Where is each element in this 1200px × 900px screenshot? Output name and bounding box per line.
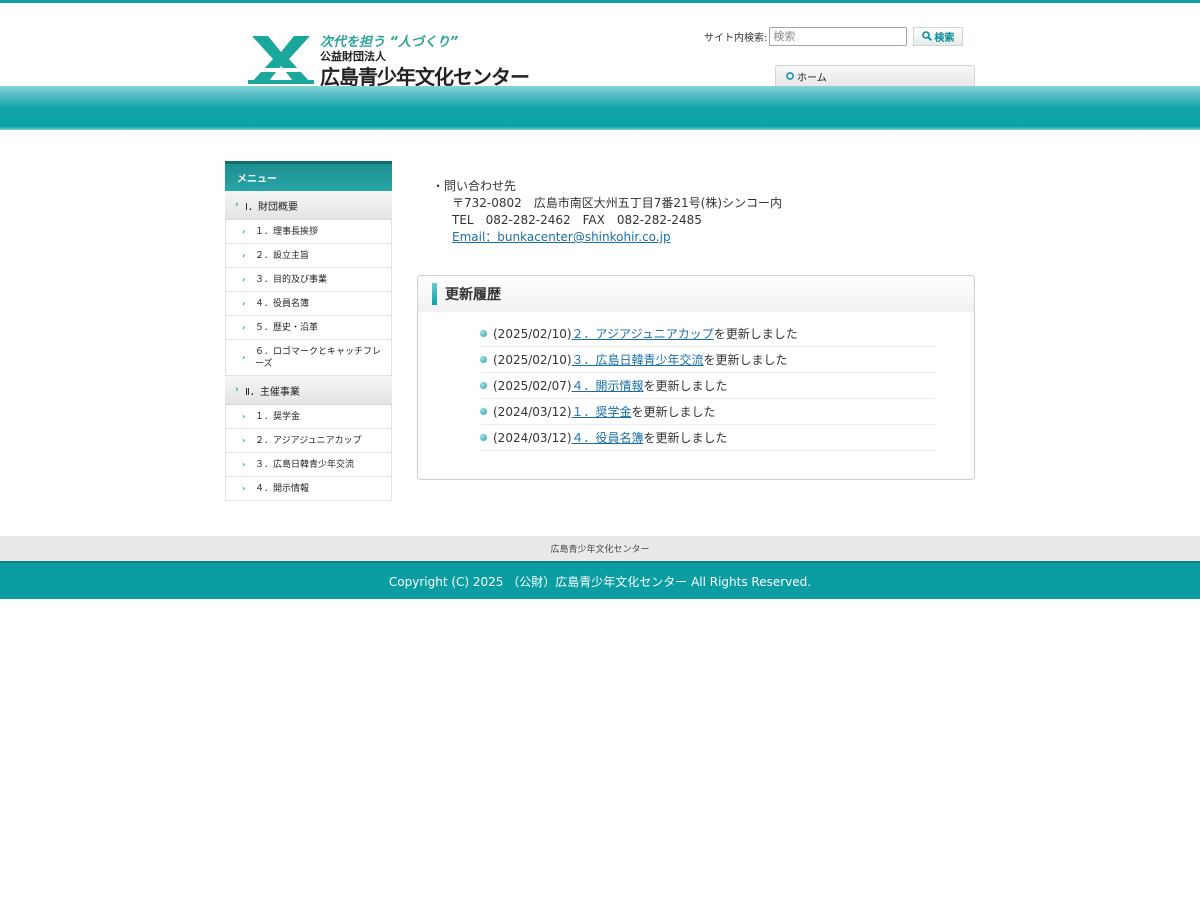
search-button[interactable]: 検索 (913, 26, 964, 46)
chevron-right-icon: › (242, 322, 246, 332)
sidebar-category-label: Ⅱ．主催事業 (245, 386, 300, 398)
sidebar-item-label: ５．歴史・沿革 (255, 322, 319, 333)
chevron-right-icon: › (242, 226, 246, 236)
update-link[interactable]: ４．役員名簿 (572, 429, 644, 446)
sidebar-item-disclosure[interactable]: › ４．開示情報 (225, 477, 392, 501)
contact-phone: TEL 082-282-2462 FAX 082-282-2485 (452, 213, 702, 227)
chevron-right-icon: › (235, 200, 239, 210)
search-button-label: 検索 (934, 32, 955, 44)
update-link[interactable]: ２．アジアジュニアカップ (572, 325, 714, 342)
chevron-right-icon: › (242, 274, 246, 284)
search-label: サイト内検索: (704, 32, 768, 44)
contact-heading: 問い合わせ先 (444, 179, 517, 193)
update-suffix: を更新しました (703, 353, 788, 367)
contact-email-link[interactable]: Email：bunkacenter@shinkohir.co.jp (452, 230, 671, 244)
update-date: (2024/03/12) (493, 430, 572, 445)
list-item: (2025/02/07) ４．開示情報 を更新しました (480, 373, 935, 399)
chevron-right-icon: › (242, 435, 246, 445)
bullet-icon (480, 434, 487, 441)
footer-home-link[interactable]: 広島青少年文化センター (550, 542, 649, 555)
update-link[interactable]: １．奨学金 (572, 403, 632, 420)
update-link[interactable]: ４．開示情報 (572, 377, 644, 394)
sidebar-item-objectives[interactable]: › ３．目的及び事業 (225, 268, 392, 292)
sidebar-item-history[interactable]: › ５．歴史・沿革 (225, 316, 392, 340)
site-header: 次代を担う “人づくり” 公益財団法人 広島青少年文化センター サイト内検索: … (0, 3, 1200, 89)
sidebar-item-officers[interactable]: › ４．役員名簿 (225, 292, 392, 316)
update-list: (2025/02/10) ２．アジアジュニアカップ を更新しました (2025/02… (480, 321, 935, 451)
contact-address: 〒732-0802 広島市南区大州五丁目7番21号(株)シンコー内 (452, 196, 783, 210)
sidebar-item-purpose[interactable]: › ２．設立主旨 (225, 244, 392, 268)
bullet-icon (480, 382, 487, 389)
list-item: (2025/02/10) ３．広島日韓青少年交流 を更新しました (480, 347, 935, 373)
sidebar-item-japan-korea-exchange[interactable]: › ３．広島日韓青少年交流 (225, 453, 392, 477)
search-input[interactable] (769, 26, 908, 46)
sidebar-item-asia-junior-cup[interactable]: › ２．アジアジュニアカップ (225, 429, 392, 453)
update-suffix: を更新しました (643, 379, 728, 393)
update-suffix: を更新しました (713, 327, 798, 341)
bullet-icon (480, 330, 487, 337)
list-item: (2024/03/12) １．奨学金 を更新しました (480, 399, 935, 425)
sidebar-item-label: ４．開示情報 (255, 483, 310, 494)
site-logo[interactable]: 次代を担う “人づくり” 公益財団法人 広島青少年文化センター (248, 31, 558, 89)
sidebar-menu: メニュー › Ⅰ．財団概要 › １．理事長挨拶 › ２．設立主旨 › ３．目的及び事業… (225, 161, 392, 501)
nav-home-link[interactable]: ホーム (797, 69, 827, 84)
sidebar-item-label: １．理事長挨拶 (255, 226, 319, 237)
sidebar-item-label: ３．広島日韓青少年交流 (255, 459, 355, 470)
chevron-right-icon: › (235, 385, 239, 395)
list-item: (2024/03/12) ４．役員名簿 を更新しました (480, 425, 935, 451)
sidebar-item-scholarship[interactable]: › １．奨学金 (225, 405, 392, 429)
sidebar-item-label: ３．目的及び事業 (255, 274, 328, 285)
update-date: (2025/02/10) (493, 326, 572, 341)
chevron-right-icon: › (242, 459, 246, 469)
heading-bar-icon (432, 283, 437, 305)
update-date: (2024/03/12) (493, 404, 572, 419)
sidebar-item-label: ６．ロゴマークとキャッチフレーズ (255, 346, 382, 369)
copyright-text: Copyright (C) 2025 （公財）広島青少年文化センター All R… (388, 574, 812, 589)
sidebar-category-events[interactable]: › Ⅱ．主催事業 (225, 376, 392, 405)
sidebar-item-logo-catchphrase[interactable]: › ６．ロゴマークとキャッチフレーズ (225, 340, 392, 376)
sidebar-category-foundation[interactable]: › Ⅰ．財団概要 (225, 191, 392, 220)
header-band (0, 86, 1200, 130)
update-date: (2025/02/07) (493, 378, 572, 393)
chevron-right-icon: › (242, 411, 246, 421)
chevron-right-icon: › (242, 250, 246, 260)
footer-copyright: Copyright (C) 2025 （公財）広島青少年文化センター All R… (0, 561, 1200, 599)
list-dot-icon: ・ (432, 179, 445, 193)
global-nav: ホーム (775, 65, 975, 86)
chevron-right-icon: › (242, 352, 246, 362)
sidebar-item-greeting[interactable]: › １．理事長挨拶 (225, 220, 392, 244)
sidebar-category-label: Ⅰ．財団概要 (245, 201, 298, 213)
sidebar-item-label: ２．アジアジュニアカップ (255, 435, 362, 446)
chevron-right-icon: › (242, 483, 246, 493)
update-history-title: 更新履歴 (445, 287, 501, 303)
sidebar-item-label: ２．設立主旨 (255, 250, 310, 261)
sidebar-item-label: １．奨学金 (255, 411, 301, 422)
update-date: (2025/02/10) (493, 352, 572, 367)
panel-header: 更新履歴 (418, 276, 974, 312)
sidebar-item-label: ４．役員名簿 (255, 298, 310, 309)
circle-bullet-icon (786, 72, 794, 80)
site-search: サイト内検索: 検索 (704, 26, 964, 46)
bullet-icon (480, 408, 487, 415)
update-link[interactable]: ３．広島日韓青少年交流 (572, 351, 704, 368)
update-history-panel: 更新履歴 (2025/02/10) ２．アジアジュニアカップ を更新しました (20… (417, 275, 975, 480)
chevron-right-icon: › (242, 298, 246, 308)
update-suffix: を更新しました (631, 405, 716, 419)
magnifier-icon (922, 31, 933, 41)
bullet-icon (480, 356, 487, 363)
update-suffix: を更新しました (643, 431, 728, 445)
list-item: (2025/02/10) ２．アジアジュニアカップ を更新しました (480, 321, 935, 347)
menu-title: メニュー (225, 161, 392, 191)
logo-mark-icon (248, 36, 314, 84)
footer-nav: 広島青少年文化センター (0, 536, 1200, 561)
contact-info: ・問い合わせ先 〒732-0802 広島市南区大州五丁目7番21号(株)シンコー… (432, 178, 782, 246)
